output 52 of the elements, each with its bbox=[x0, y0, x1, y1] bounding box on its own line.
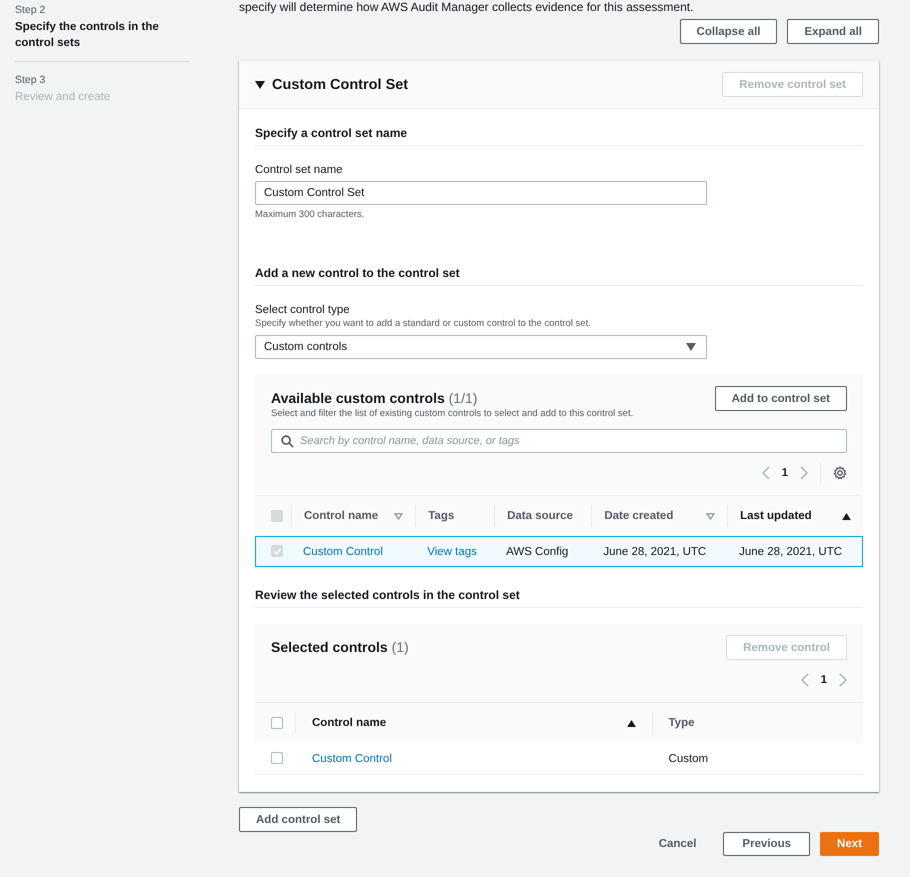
column-header[interactable]: Type bbox=[668, 717, 695, 729]
control-set-toggle[interactable]: Custom Control Set bbox=[255, 76, 408, 92]
table-title: Selected controls (1) bbox=[271, 638, 409, 657]
previous-page-icon[interactable] bbox=[800, 673, 809, 687]
column-header[interactable]: Last updated bbox=[740, 510, 812, 522]
column-header[interactable]: Control name bbox=[304, 510, 378, 522]
page-number[interactable]: 1 bbox=[820, 674, 827, 686]
cancel-button[interactable]: Cancel bbox=[642, 832, 714, 856]
control-type-select[interactable]: Custom controls bbox=[255, 335, 707, 359]
add-control-set-button[interactable]: Add control set bbox=[239, 807, 358, 832]
add-to-control-set-button[interactable]: Add to control set bbox=[714, 386, 847, 411]
table-cell: June 28, 2021, UTC bbox=[739, 546, 842, 558]
settings-icon[interactable] bbox=[833, 466, 847, 480]
table-link[interactable]: Custom Control bbox=[312, 752, 392, 764]
table-cell: AWS Config bbox=[506, 546, 568, 558]
search-field[interactable]: Search by control name, data source, or tags bbox=[271, 429, 847, 453]
column-header[interactable]: Tags bbox=[428, 510, 454, 522]
column-header[interactable]: Date created bbox=[604, 510, 674, 522]
dropdown-caret-icon bbox=[686, 343, 696, 351]
table-cell: Custom bbox=[668, 752, 708, 764]
field-description: Specify whether you want to add a standard or custom control to the control set. bbox=[255, 318, 592, 330]
next-page-icon[interactable] bbox=[839, 673, 847, 687]
row-checkbox[interactable] bbox=[271, 752, 283, 764]
select-all-checkbox[interactable] bbox=[271, 510, 283, 522]
next-page-icon[interactable] bbox=[800, 466, 808, 480]
expand-all-button[interactable]: Expand all bbox=[787, 19, 879, 44]
sort-icon[interactable] bbox=[394, 512, 404, 520]
previous-page-icon[interactable] bbox=[762, 466, 770, 480]
table-cell: June 28, 2021, UTC bbox=[603, 546, 706, 558]
section-heading: Specify a control set name bbox=[255, 126, 863, 146]
intro-text: specify will determine how AWS Audit Manager collects evidence for this assessment. bbox=[239, 0, 694, 14]
section-heading: Add a new control to the control set bbox=[255, 266, 863, 286]
page-number[interactable]: 1 bbox=[782, 467, 788, 479]
step-title[interactable]: Specify the controls in the control sets bbox=[15, 19, 190, 51]
table-description: Select and filter the list of existing custom controls to select and add to this control set. bbox=[271, 408, 634, 420]
column-header[interactable]: Control name bbox=[312, 717, 386, 729]
sort-ascending-icon[interactable] bbox=[626, 720, 636, 726]
previous-button[interactable]: Previous bbox=[723, 832, 810, 856]
control-set-name-field[interactable]: Custom Control Set bbox=[255, 181, 707, 205]
step-label: Step 3 bbox=[15, 74, 46, 87]
section-heading: Review the selected controls in the control set bbox=[255, 588, 863, 608]
field-label: Select control type bbox=[255, 303, 351, 317]
search-icon bbox=[281, 435, 294, 448]
field-label: Control set name bbox=[255, 163, 344, 177]
collapse-all-button[interactable]: Collapse all bbox=[680, 19, 778, 44]
select-all-checkbox[interactable] bbox=[271, 716, 283, 729]
sort-ascending-icon[interactable] bbox=[842, 512, 851, 520]
caret-icon bbox=[255, 80, 265, 90]
hint-text: Maximum 300 characters. bbox=[255, 209, 366, 221]
sort-icon[interactable] bbox=[706, 512, 716, 520]
table-title: Available custom controls (1/1) bbox=[271, 389, 478, 408]
step-label: Step 2 bbox=[15, 4, 46, 17]
